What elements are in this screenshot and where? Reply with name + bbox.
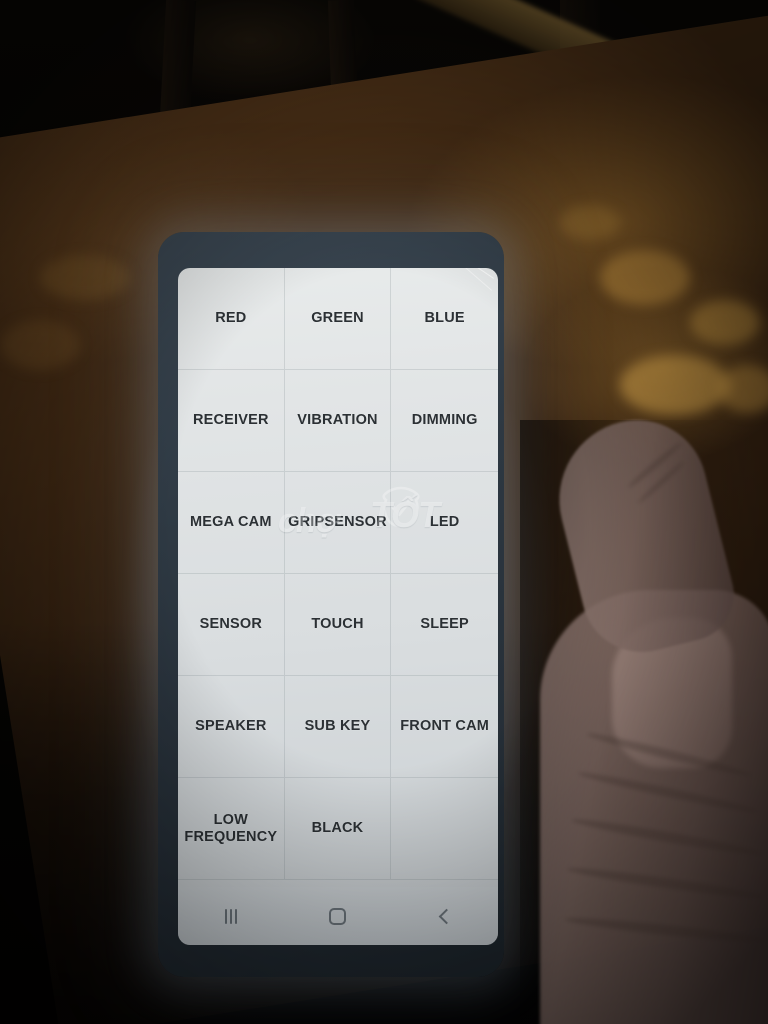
back-button[interactable] <box>418 899 472 933</box>
test-cell-sleep[interactable]: SLEEP <box>391 574 498 676</box>
test-cell-front-cam[interactable]: FRONT CAM <box>391 676 498 778</box>
table-highlight <box>560 205 620 240</box>
table-highlight <box>40 255 130 300</box>
recent-apps-button[interactable] <box>204 899 258 933</box>
test-cell-label: VIBRATION <box>297 412 378 429</box>
phone-screen: RED GREEN BLUE RECEIVER VIBRATION DIMMIN… <box>178 268 498 945</box>
test-cell-black[interactable]: BLACK <box>284 778 392 880</box>
test-cell-receiver[interactable]: RECEIVER <box>178 370 285 472</box>
test-cell-gripsensor[interactable]: GRIPSENSOR <box>284 472 392 574</box>
test-cell-label: DIMMING <box>411 412 478 429</box>
home-button[interactable] <box>311 899 365 933</box>
hand-holding-phone <box>520 405 768 1024</box>
test-cell-dimming[interactable]: DIMMING <box>391 370 498 472</box>
test-cell-label: GREEN <box>311 310 364 327</box>
table-highlight <box>690 300 760 345</box>
test-cell-vibration[interactable]: VIBRATION <box>284 370 392 472</box>
test-cell-label: FRONT CAM <box>400 718 490 735</box>
test-cell-label: SPEAKER <box>195 718 267 735</box>
test-cell-label: BLACK <box>311 820 364 837</box>
test-cell-label: RED <box>215 310 247 327</box>
test-cell-mega-cam[interactable]: MEGA CAM <box>178 472 285 574</box>
table-highlight <box>600 250 690 305</box>
test-cell-green[interactable]: GREEN <box>284 268 392 370</box>
test-cell-empty <box>391 778 498 880</box>
test-cell-label: BLUE <box>424 310 465 327</box>
back-chevron-icon <box>438 908 455 924</box>
phone-device: RED GREEN BLUE RECEIVER VIBRATION DIMMIN… <box>158 232 504 977</box>
test-cell-label: LOW FREQUENCY <box>184 812 278 845</box>
test-cell-touch[interactable]: TOUCH <box>284 574 392 676</box>
test-cell-label: TOUCH <box>311 616 364 633</box>
test-cell-label: SENSOR <box>199 616 263 633</box>
test-cell-low-frequency[interactable]: LOW FREQUENCY <box>178 778 285 880</box>
photo-scene: RED GREEN BLUE RECEIVER VIBRATION DIMMIN… <box>0 0 768 1024</box>
navigation-bar[interactable] <box>178 887 498 945</box>
recent-apps-icon <box>225 908 238 924</box>
hardware-test-grid[interactable]: RED GREEN BLUE RECEIVER VIBRATION DIMMIN… <box>178 268 498 880</box>
test-cell-red[interactable]: RED <box>178 268 285 370</box>
test-cell-label: SUB KEY <box>304 718 371 735</box>
table-highlight <box>0 320 80 370</box>
test-cell-label: RECEIVER <box>192 412 269 429</box>
test-cell-label: SLEEP <box>420 616 469 633</box>
test-cell-blue[interactable]: BLUE <box>391 268 498 370</box>
test-cell-sub-key[interactable]: SUB KEY <box>284 676 392 778</box>
table-highlight <box>620 355 730 415</box>
test-cell-led[interactable]: LED <box>391 472 498 574</box>
test-cell-speaker[interactable]: SPEAKER <box>178 676 285 778</box>
test-cell-label: LED <box>429 514 460 531</box>
home-icon <box>329 907 347 925</box>
test-cell-label: MEGA CAM <box>190 514 272 531</box>
test-cell-label: GRIPSENSOR <box>288 514 387 531</box>
test-cell-sensor[interactable]: SENSOR <box>178 574 285 676</box>
